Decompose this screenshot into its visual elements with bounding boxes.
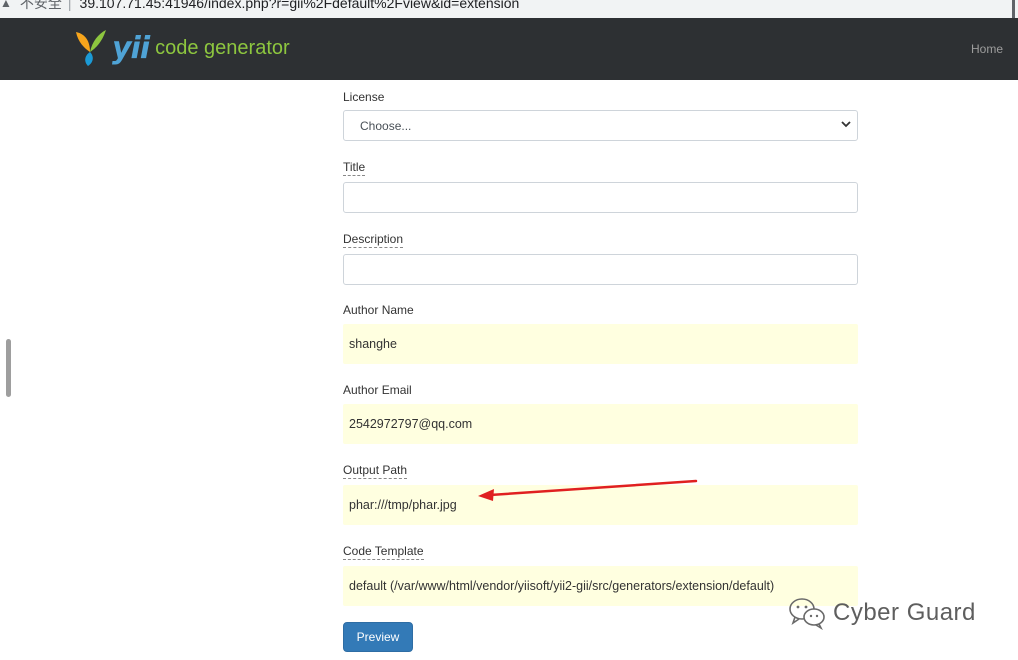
- nav-home-link[interactable]: Home: [971, 42, 1003, 56]
- description-label: Description: [343, 232, 404, 248]
- author-name-label: Author Name: [343, 303, 414, 317]
- scrollbar-thumb[interactable]: [6, 339, 11, 397]
- security-label: 不安全: [19, 0, 62, 11]
- author-name-value: shanghe: [349, 337, 397, 351]
- title-field: Title: [343, 158, 366, 176]
- logo-yii-text: yii: [112, 30, 150, 66]
- wechat-icon: [789, 598, 825, 630]
- title-input[interactable]: [343, 182, 858, 213]
- description-input[interactable]: [343, 254, 858, 285]
- address-separator: |: [67, 0, 72, 11]
- browser-address-bar: ▲ 不安全 | 39.107.71.45:41946/index.php?r=g…: [0, 0, 1018, 18]
- url-text[interactable]: 39.107.71.45:41946/index.php?r=gii%2Fdef…: [80, 0, 520, 11]
- author-email-input[interactable]: 2542972797@qq.com: [343, 404, 858, 444]
- author-name-input[interactable]: shanghe: [343, 324, 858, 364]
- code-template-label: Code Template: [343, 544, 424, 560]
- code-template-field: Code Template: [343, 542, 424, 560]
- logo-code-generator-text: code generator: [155, 36, 290, 59]
- description-field: Description: [343, 230, 404, 248]
- license-selected-value: Choose...: [360, 118, 412, 133]
- output-path-label: Output Path: [343, 463, 408, 479]
- author-email-field: Author Email: [343, 381, 412, 399]
- watermark: Cyber Guard: [787, 596, 976, 630]
- author-email-value: 2542972797@qq.com: [349, 417, 473, 431]
- watermark-text: Cyber Guard: [833, 599, 976, 626]
- output-path-input[interactable]: phar:///tmp/phar.jpg: [343, 485, 858, 525]
- navbar: yii code generator Home: [0, 18, 1018, 80]
- author-email-label: Author Email: [343, 383, 412, 397]
- author-name-field: Author Name: [343, 301, 414, 319]
- license-label: License: [343, 90, 385, 104]
- code-template-value: default (/var/www/html/vendor/yiisoft/yi…: [349, 579, 775, 593]
- output-path-value: phar:///tmp/phar.jpg: [349, 498, 457, 512]
- warning-icon: ▲: [0, 0, 12, 10]
- license-field: License: [343, 88, 384, 106]
- license-select-wrapper: Choose...: [343, 110, 858, 141]
- code-template-select[interactable]: default (/var/www/html/vendor/yiisoft/yi…: [343, 566, 858, 606]
- license-select[interactable]: Choose...: [343, 110, 858, 141]
- title-label: Title: [343, 160, 366, 176]
- preview-button[interactable]: Preview: [343, 622, 413, 652]
- yii-logo[interactable]: yii code generator: [72, 28, 290, 68]
- yii-leaf-icon: [76, 30, 106, 66]
- toolbar-edge: [1012, 0, 1015, 18]
- output-path-field: Output Path: [343, 461, 408, 479]
